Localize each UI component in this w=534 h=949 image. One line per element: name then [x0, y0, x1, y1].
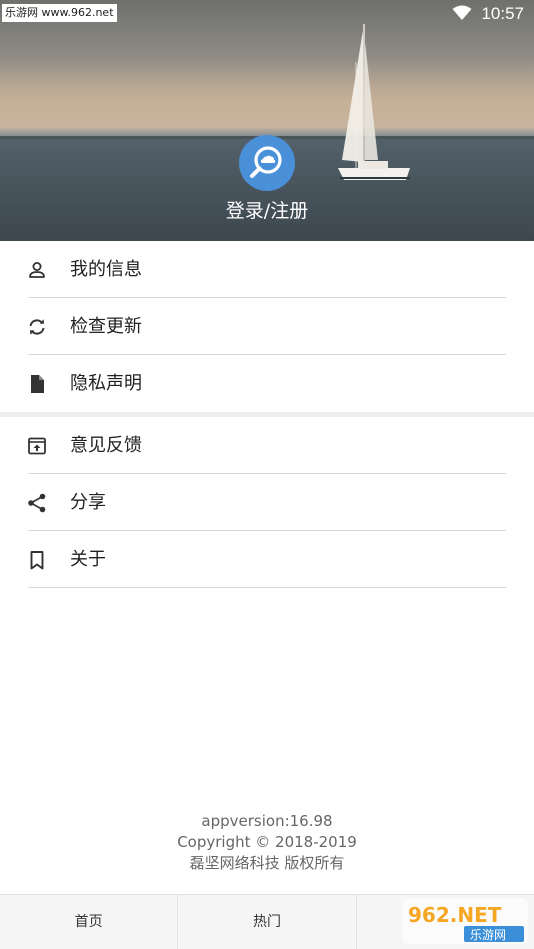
sailboat-image: [338, 24, 410, 180]
document-icon: [31, 374, 44, 393]
watermark-logo: 962.NET 乐游网: [402, 898, 528, 944]
app-version: appversion:16.98: [201, 812, 333, 830]
menu-item-my-info[interactable]: 我的信息: [0, 241, 534, 298]
tab-home[interactable]: 首页: [0, 895, 179, 949]
feedback-upload-icon: [28, 437, 46, 454]
menu-item-label: 意见反馈: [70, 434, 142, 456]
share-icon: [28, 493, 46, 512]
menu-group-account: 我的信息 检查更新 隐私声明: [0, 241, 534, 412]
menu-item-label: 我的信息: [70, 258, 142, 280]
menu-item-about[interactable]: 关于: [0, 531, 534, 588]
login-register-link[interactable]: 登录/注册: [0, 197, 534, 225]
watermark-logo-bottom: 乐游网: [470, 928, 506, 942]
menu-item-share[interactable]: 分享: [0, 474, 534, 531]
site-watermark: 乐游网 www.962.net: [2, 4, 117, 22]
sky-glow: [0, 60, 534, 130]
menu-item-label: 隐私声明: [70, 372, 142, 394]
person-icon: [29, 261, 45, 278]
wifi-icon: [452, 5, 472, 20]
cloud-search-icon: [250, 146, 282, 178]
status-bar: 乐游网 www.962.net 10:57: [0, 0, 534, 28]
bookmark-icon: [30, 550, 44, 569]
avatar[interactable]: [239, 135, 295, 191]
status-time: 10:57: [481, 4, 524, 23]
divider: [28, 587, 506, 588]
tab-hot[interactable]: 热门: [178, 895, 357, 949]
menu-item-label: 关于: [70, 548, 106, 570]
menu-item-feedback[interactable]: 意见反馈: [0, 417, 534, 474]
rights-text: 磊坚网络科技 版权所有: [189, 854, 345, 872]
app-info: appversion:16.98 Copyright © 2018-2019 磊…: [0, 811, 534, 874]
menu-item-check-update[interactable]: 检查更新: [0, 298, 534, 355]
copyright-text: Copyright © 2018-2019: [177, 833, 357, 851]
menu-item-label: 分享: [70, 491, 106, 513]
header-banner: 乐游网 www.962.net 10:57 登录/注册: [0, 0, 534, 244]
menu-item-privacy[interactable]: 隐私声明: [0, 355, 534, 412]
menu-group-general: 意见反馈 分享 关于: [0, 417, 534, 588]
menu-item-label: 检查更新: [70, 315, 142, 337]
screen: 乐游网 www.962.net 10:57 登录/注册 我的信息 检查更新 隐私…: [0, 0, 534, 949]
refresh-icon: [29, 318, 45, 335]
watermark-logo-top: 962.NET: [408, 903, 502, 927]
